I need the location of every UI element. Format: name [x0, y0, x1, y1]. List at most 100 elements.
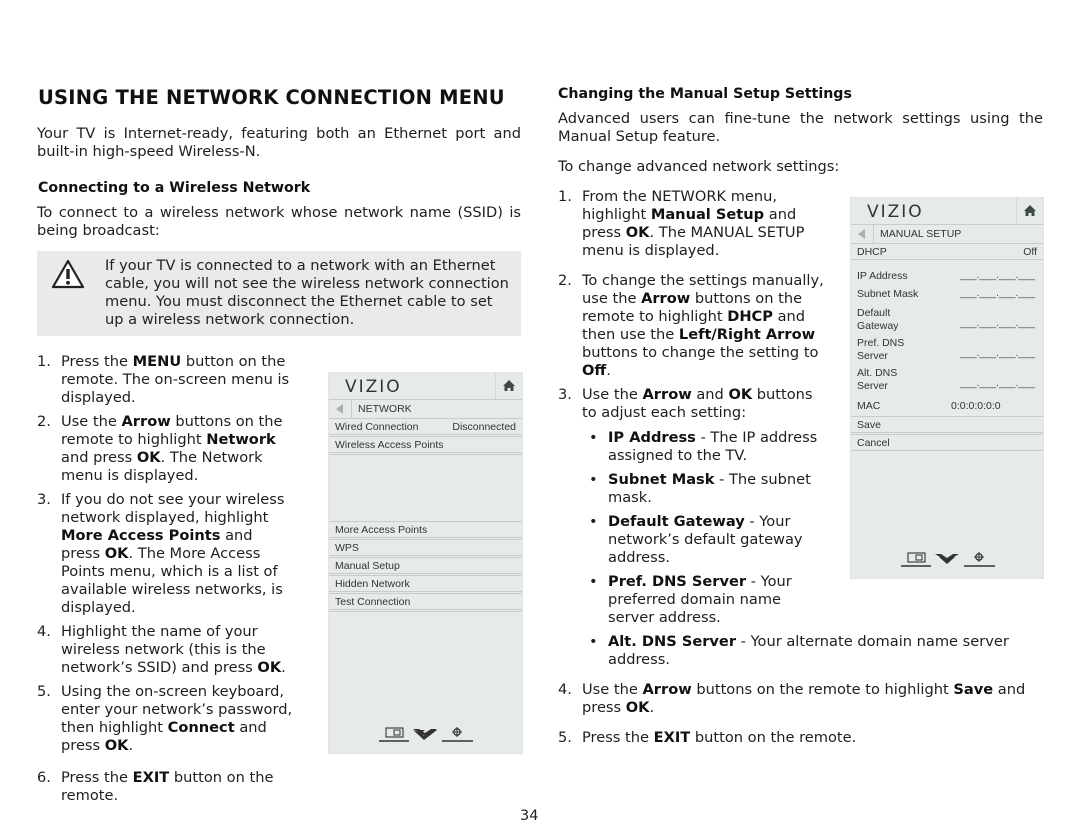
- bullet-item: • Pref. DNS Server - Your preferred domai…: [582, 573, 826, 627]
- menu-title-bar: NETWORK: [329, 399, 522, 419]
- field-value: ___.___.___.___: [959, 378, 1035, 389]
- bullet-dot: •: [589, 633, 598, 650]
- step-text: .: [649, 699, 655, 716]
- bold-term: OK: [625, 699, 650, 716]
- bullet-item: • Subnet Mask - The subnet mask.: [582, 471, 826, 507]
- bold-term: EXIT: [653, 729, 691, 746]
- bold-term: OK: [104, 737, 129, 754]
- step-text: Use the: [582, 386, 643, 403]
- step-number: 5.: [558, 729, 572, 746]
- mac-label: MAC: [857, 400, 881, 412]
- bold-term: Arrow: [642, 386, 692, 403]
- field-label: Subnet Mask: [857, 288, 919, 300]
- step-item: 1. Press the MENU button on the remote. T…: [37, 353, 295, 407]
- step-number: 1.: [37, 353, 51, 370]
- step-number: 1.: [558, 188, 572, 205]
- menu-footer: [329, 723, 522, 745]
- menu-title: NETWORK: [358, 403, 412, 415]
- wireless-heading: Connecting to a Wireless Network: [38, 180, 311, 196]
- step-text: button on the remote.: [690, 729, 857, 746]
- gear-icon: [442, 727, 473, 742]
- gear-icon: [964, 552, 995, 567]
- menu-item: Hidden Network: [329, 575, 522, 592]
- bold-term: MENU: [132, 353, 182, 370]
- bold-term: Manual Setup: [650, 206, 765, 223]
- intro-paragraph: Your TV is Internet-ready, featuring bot…: [37, 125, 521, 160]
- cancel-button: Cancel: [851, 434, 1043, 451]
- step-number: 2.: [37, 413, 51, 430]
- step-number: 4.: [558, 681, 572, 698]
- field-value: ___.___.___.___: [959, 318, 1035, 329]
- bold-term: EXIT: [132, 769, 170, 786]
- vizio-logo: VIZIO: [867, 202, 924, 222]
- bold-term: Arrow: [641, 290, 691, 307]
- back-arrow-icon: [336, 404, 343, 414]
- field-label: Alt. DNS Server: [857, 367, 898, 392]
- step-text: Highlight the name of your wireless netw…: [61, 623, 266, 676]
- dhcp-row: DHCP Off: [851, 243, 1043, 260]
- menu-item-value: Disconnected: [452, 421, 516, 433]
- empty-row: [329, 454, 522, 521]
- step-item: 2. To change the settings manually, use t…: [558, 272, 826, 380]
- step-text: Press the: [61, 353, 133, 370]
- step-number: 3.: [37, 491, 51, 508]
- menu-item: Wireless Access Points: [329, 436, 522, 453]
- menu-item-label: Wired Connection: [335, 421, 419, 433]
- save-button: Save: [851, 416, 1043, 433]
- step-item: 3. Use the Arrow and OK buttons to adjust…: [558, 386, 826, 422]
- bullet-item: • Alt. DNS Server - Your alternate domain…: [582, 633, 1048, 669]
- step-text: If you do not see your wireless network …: [61, 491, 285, 526]
- bullet-dot: •: [589, 573, 598, 590]
- dhcp-label: DHCP: [857, 246, 887, 258]
- bold-term: Save: [953, 681, 994, 698]
- step-text: Press the: [582, 729, 654, 746]
- picture-icon: [901, 552, 931, 567]
- step-text: Use the: [61, 413, 122, 430]
- menu-item: Manual Setup: [329, 557, 522, 574]
- bold-term: More Access Points: [61, 527, 221, 544]
- home-icon: [503, 380, 515, 391]
- bold-term: OK: [728, 386, 753, 403]
- bold-term: Alt. DNS Server: [608, 633, 737, 650]
- step-text: Use the: [582, 681, 643, 698]
- menu-item: Test Connection: [329, 593, 522, 610]
- bold-term: Pref. DNS Server: [608, 573, 747, 590]
- note-text: If your TV is connected to a network wit…: [105, 257, 509, 328]
- menu-item-label: More Access Points: [335, 524, 428, 536]
- menu-item: WPS: [329, 539, 522, 556]
- bold-term: OK: [625, 224, 650, 241]
- save-label: Save: [857, 419, 881, 431]
- step-text: .: [128, 737, 134, 754]
- field-label: Default Gateway: [857, 307, 899, 332]
- bullet-dot: •: [589, 429, 598, 446]
- manual-lead: Advanced users can fine-tune the network…: [558, 110, 1043, 145]
- field-value: ___.___.___.___: [959, 288, 1035, 299]
- step-number: 4.: [37, 623, 51, 640]
- picture-icon: [379, 727, 409, 742]
- cancel-label: Cancel: [857, 437, 890, 449]
- step-number: 6.: [37, 769, 51, 786]
- manual-heading: Changing the Manual Setup Settings: [558, 86, 852, 102]
- bold-term: Arrow: [121, 413, 171, 430]
- bold-term: Network: [206, 431, 276, 448]
- back-button: [329, 400, 352, 418]
- menu-item-label: Manual Setup: [335, 560, 400, 572]
- step-text: .: [606, 362, 611, 379]
- step-number: 5.: [37, 683, 51, 700]
- bold-term: OK: [136, 449, 161, 466]
- step-item: 1. From the NETWORK menu, highlight Manua…: [558, 188, 826, 260]
- step-item: 6. Press the EXIT button on the remote.: [37, 769, 295, 805]
- bold-term: Default Gateway: [608, 513, 745, 530]
- step-text: and press: [61, 449, 137, 466]
- menu-item-label: Wireless Access Points: [335, 439, 444, 451]
- dhcp-value: Off: [1023, 246, 1037, 258]
- step-number: 2.: [558, 272, 572, 289]
- manual-steps: 1. From the NETWORK menu, highlight Manua…: [558, 188, 826, 428]
- back-button: [851, 225, 874, 243]
- step-text: buttons on the remote to highlight: [691, 681, 954, 698]
- network-menu-screenshot: VIZIO NETWORK Wired Connection Disconnect…: [328, 372, 523, 754]
- step-number: 3.: [558, 386, 572, 403]
- step-item: 5. Press the EXIT button on the remote.: [558, 729, 1043, 747]
- manual-lead2: To change advanced network settings:: [558, 158, 840, 175]
- wireless-lead: To connect to a wireless network whose n…: [37, 204, 521, 239]
